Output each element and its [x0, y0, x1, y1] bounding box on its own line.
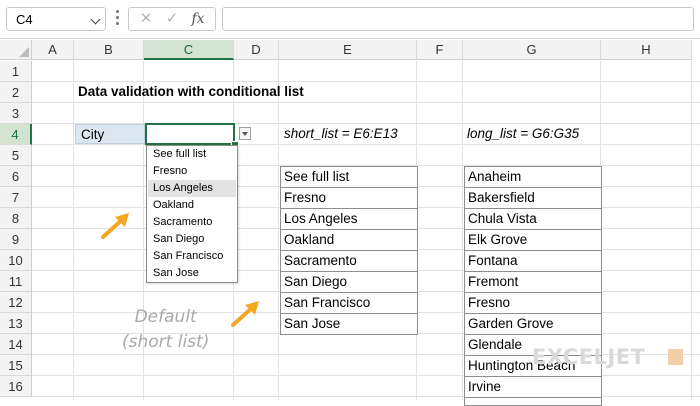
gridline-horizontal [32, 144, 700, 145]
annotation-line-2: (short list) [122, 332, 210, 352]
city-label[interactable]: City [75, 124, 145, 144]
column-header-c[interactable]: C [144, 40, 234, 60]
gridline-vertical [462, 61, 463, 400]
row-header-9[interactable]: 9 [0, 229, 32, 250]
exceljet-watermark: EXCELJET [532, 345, 646, 369]
short-list-table: See full list Fresno Los Angeles Oakland… [280, 166, 418, 335]
default-annotation: Default (short list) [122, 305, 209, 355]
sheet-title: Data validation with conditional list [78, 84, 304, 99]
row-header-12[interactable]: 12 [0, 292, 32, 313]
city-input-cell[interactable] [145, 123, 235, 145]
select-all-corner[interactable] [0, 40, 32, 60]
dropdown-item[interactable]: See full list [148, 146, 236, 163]
long-list-item[interactable]: Fontana [465, 251, 601, 272]
gridline-horizontal [32, 102, 700, 103]
dropdown-item[interactable]: San Diego [148, 231, 236, 248]
row-header-1[interactable]: 1 [0, 61, 32, 82]
dropdown-item-highlighted[interactable]: Los Angeles [148, 180, 236, 197]
more-options-icon[interactable] [116, 10, 119, 28]
dropdown-item[interactable]: Oakland [148, 197, 236, 214]
formula-bar: C4 ✕ ✓ fx [0, 0, 700, 39]
validation-dropdown: See full list Fresno Los Angeles Oakland… [146, 145, 238, 283]
dropdown-item[interactable]: San Jose [148, 265, 236, 282]
short-list-item[interactable]: San Jose [281, 314, 417, 335]
cancel-x-icon[interactable]: ✕ [135, 10, 157, 28]
row-header-2[interactable]: 2 [0, 82, 32, 103]
column-header-f[interactable]: F [417, 40, 463, 60]
column-header-a[interactable]: A [32, 40, 74, 60]
gridline-vertical [278, 61, 279, 400]
arrow-icon [101, 213, 129, 239]
arrow-icon [231, 301, 259, 327]
long-list-label: long_list = G6:G35 [467, 126, 580, 141]
row-header-16[interactable]: 16 [0, 376, 32, 397]
short-list-item[interactable]: San Francisco [281, 293, 417, 314]
dropdown-arrow-icon[interactable] [239, 127, 251, 140]
row-header-5[interactable]: 5 [0, 145, 32, 166]
row-header-4[interactable]: 4 [0, 124, 32, 145]
row-header-3[interactable]: 3 [0, 103, 32, 124]
column-header-d[interactable]: D [234, 40, 279, 60]
name-box[interactable]: C4 [6, 7, 106, 31]
formula-input[interactable] [222, 7, 694, 31]
long-list-table: Anaheim Bakersfield Chula Vista Elk Grov… [464, 166, 602, 406]
row-header-8[interactable]: 8 [0, 208, 32, 229]
short-list-label: short_list = E6:E13 [284, 126, 398, 141]
row-header-6[interactable]: 6 [0, 166, 32, 187]
gridline-vertical [73, 61, 74, 400]
column-header-e[interactable]: E [279, 40, 417, 60]
short-list-item[interactable]: San Diego [281, 272, 417, 293]
column-header-h[interactable]: H [601, 40, 692, 60]
chevron-down-icon[interactable] [90, 14, 101, 25]
enter-check-icon[interactable]: ✓ [161, 10, 183, 28]
short-list-item[interactable]: Sacramento [281, 251, 417, 272]
name-box-value: C4 [16, 12, 33, 27]
long-list-item[interactable]: Anaheim [465, 167, 601, 188]
long-list-item[interactable]: Garden Grove [465, 314, 601, 335]
long-list-item[interactable]: Elk Grove [465, 230, 601, 251]
dropdown-item[interactable]: Fresno [148, 163, 236, 180]
formula-buttons: ✕ ✓ fx [128, 7, 216, 31]
short-list-item[interactable]: Los Angeles [281, 209, 417, 230]
exceljet-logo-icon [668, 349, 683, 365]
short-list-item[interactable]: Oakland [281, 230, 417, 251]
dropdown-item[interactable]: Sacramento [148, 214, 236, 231]
row-header-11[interactable]: 11 [0, 271, 32, 292]
long-list-item[interactable]: Chula Vista [465, 209, 601, 230]
short-list-item[interactable]: See full list [281, 167, 417, 188]
row-header-15[interactable]: 15 [0, 355, 32, 376]
long-list-item[interactable]: Fresno [465, 293, 601, 314]
row-header-14[interactable]: 14 [0, 334, 32, 355]
column-header-g[interactable]: G [463, 40, 601, 60]
long-list-item[interactable]: Bakersfield [465, 188, 601, 209]
annotation-line-1: Default [134, 307, 197, 327]
row-header-7[interactable]: 7 [0, 187, 32, 208]
row-header-10[interactable]: 10 [0, 250, 32, 271]
column-header-b[interactable]: B [74, 40, 144, 60]
row-header-13[interactable]: 13 [0, 313, 32, 334]
gridline-horizontal [32, 81, 700, 82]
long-list-item[interactable]: Fremont [465, 272, 601, 293]
short-list-item[interactable]: Fresno [281, 188, 417, 209]
long-list-item[interactable]: Irvine [465, 377, 601, 398]
dropdown-item[interactable]: San Francisco [148, 248, 236, 265]
fx-icon[interactable]: fx [187, 10, 209, 28]
gridline-vertical [691, 61, 692, 400]
